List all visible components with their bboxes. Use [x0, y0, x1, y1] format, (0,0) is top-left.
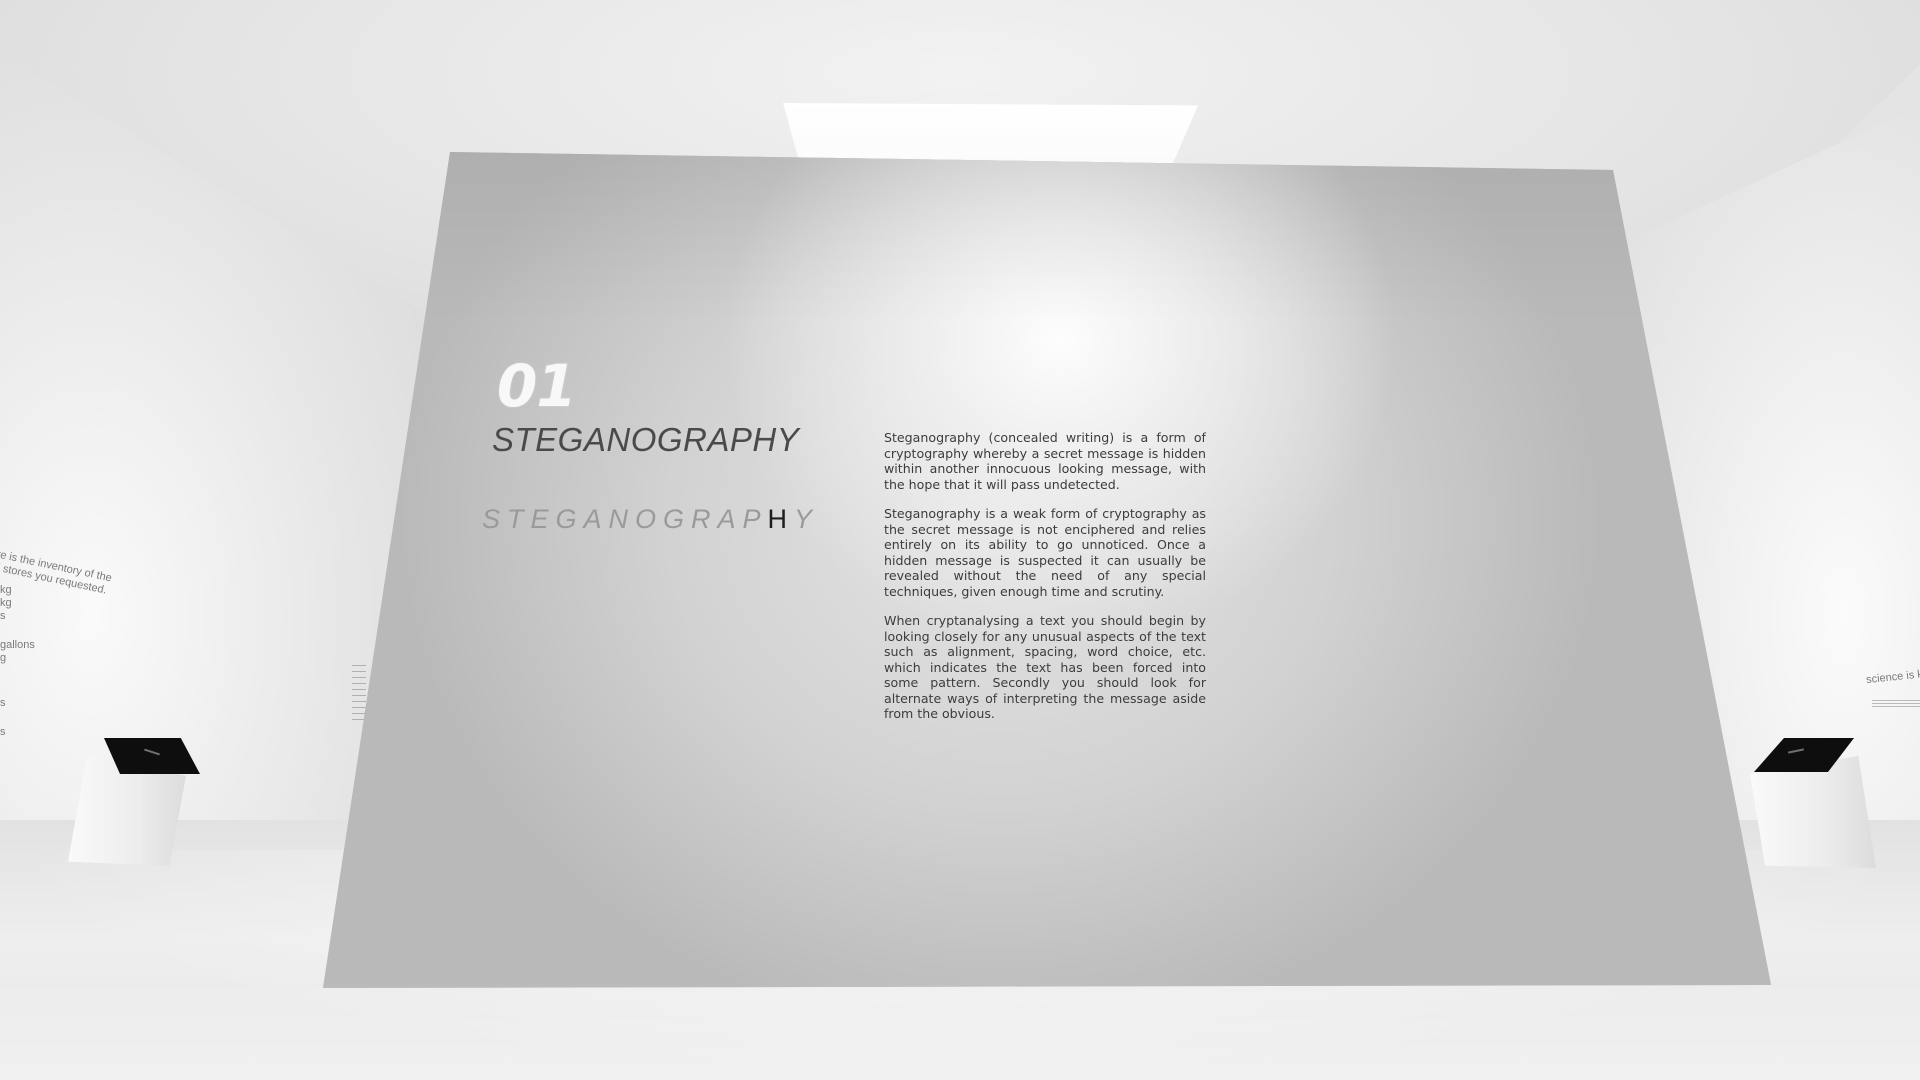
description-paragraph: When cryptanalysing a text you should be… — [884, 613, 1206, 721]
floor-glow — [0, 980, 1920, 1080]
exhibit-description: Steganography (concealed writing) is a f… — [884, 430, 1206, 736]
steganography-puzzle-word[interactable]: STEGANOGRAPHY — [482, 506, 819, 533]
exhibit-content: 01 STEGANOGRAPHY STEGANOGRAPHY Steganogr… — [0, 0, 1920, 1080]
description-paragraph: Steganography (concealed writing) is a f… — [884, 430, 1206, 492]
gallery-scene: ere is the inventory of the ed stores yo… — [0, 0, 1920, 1080]
exhibit-title: STEGANOGRAPHY — [492, 421, 800, 458]
puzzle-word-dim-letters: STEGANOGRAP — [482, 504, 768, 534]
exhibit-number: 01 — [497, 352, 577, 420]
puzzle-word-highlight-letter[interactable]: H — [768, 504, 795, 534]
description-paragraph: Steganography is a weak form of cryptogr… — [884, 506, 1206, 599]
puzzle-word-tail-letter: Y — [794, 504, 820, 534]
